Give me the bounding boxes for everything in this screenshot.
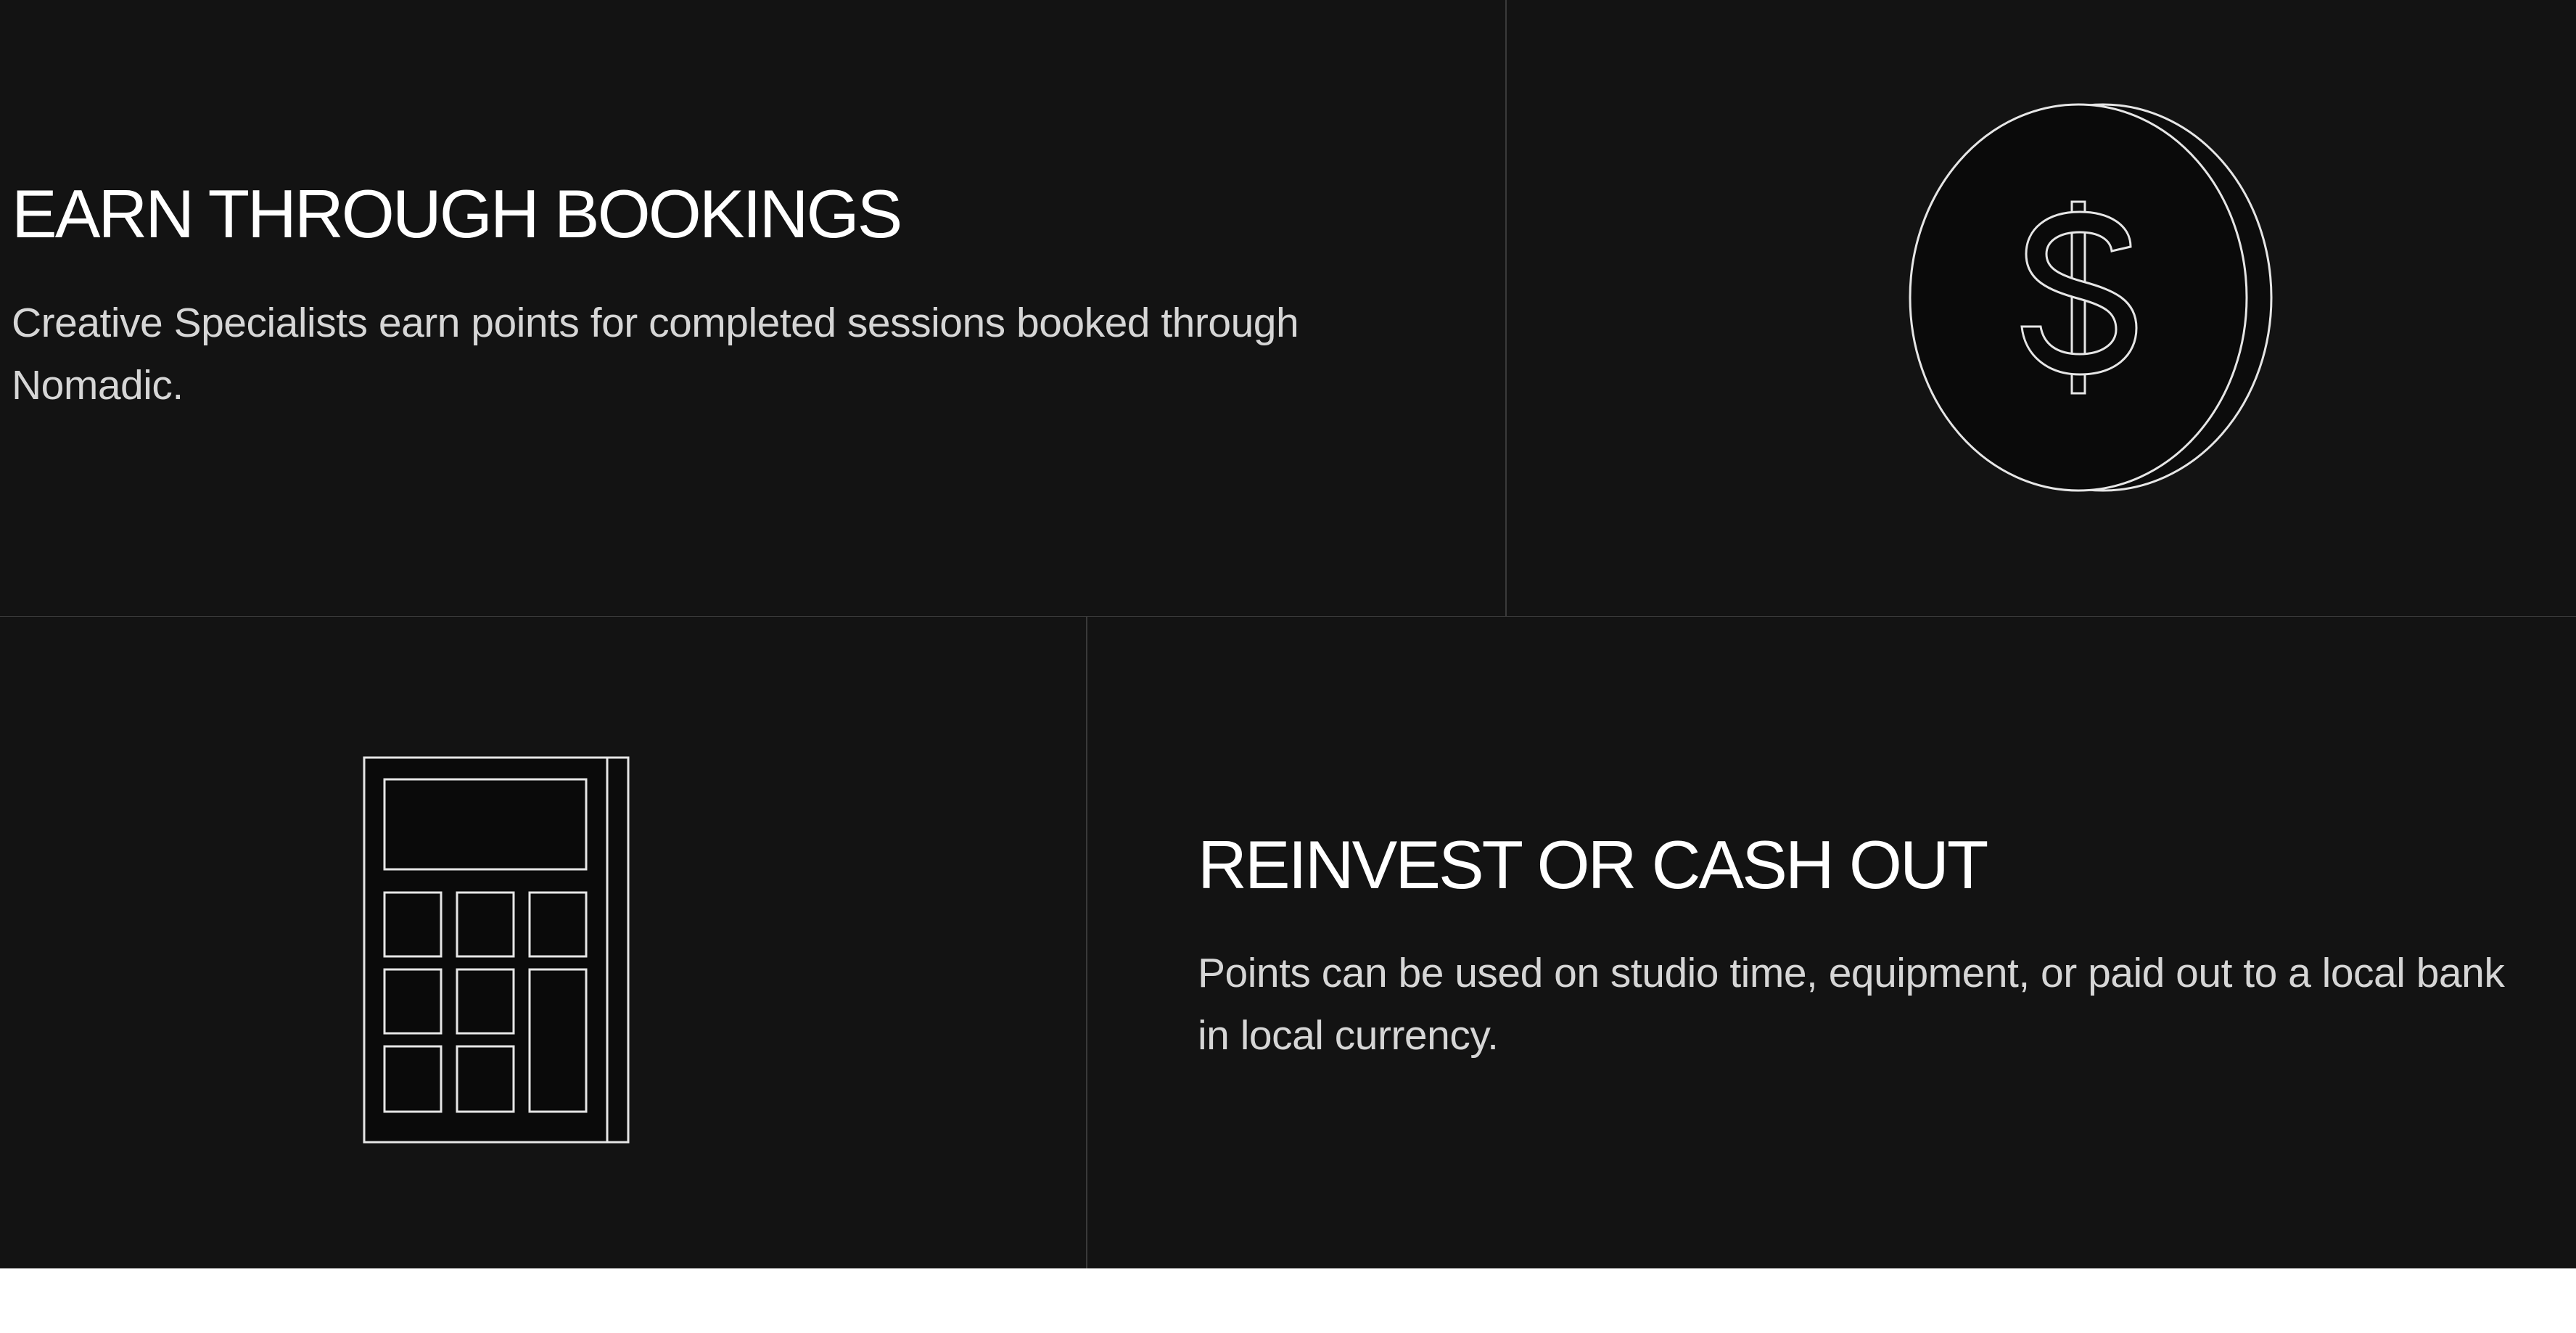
reinvest-cashout-description: Points can be used on studio time, equip…	[1198, 950, 2505, 1059]
calculator-icon	[363, 756, 630, 1144]
benefits-row-bottom: REINVEST OR CASH OUT Points can be used …	[0, 617, 2576, 1268]
reinvest-cashout-title: REINVEST OR CASH OUT	[1198, 827, 1988, 903]
coin-dollar-icon	[1909, 103, 2273, 492]
coin-illustration-panel	[1505, 0, 2576, 617]
benefits-row-top: EARN THROUGH BOOKINGS Creative Specialis…	[0, 0, 2576, 617]
reinvest-cashout-panel: REINVEST OR CASH OUT Points can be used …	[1086, 617, 2576, 1268]
calculator-illustration-panel	[0, 617, 1086, 1268]
earn-bookings-description: Creative Specialists earn points for com…	[12, 300, 1299, 409]
earn-bookings-panel: EARN THROUGH BOOKINGS Creative Specialis…	[0, 0, 1505, 617]
earn-bookings-title: EARN THROUGH BOOKINGS	[12, 176, 902, 252]
